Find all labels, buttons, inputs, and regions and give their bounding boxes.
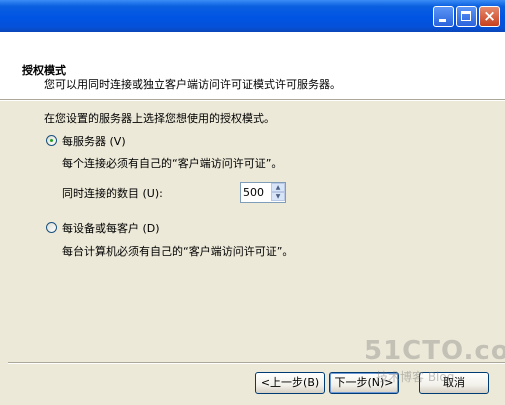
per-device-radio[interactable] [46,222,57,233]
back-button[interactable]: <上一步(B) [255,372,325,394]
license-mode-dialog: × 授权模式 您可以用同时连接或独立客户端访问许可证模式许可服务器。 在您设置的… [0,0,505,405]
minimize-icon [439,19,446,22]
watermark-subtext: 技术博客 Blog [376,370,455,384]
watermark-logo: 51CTO.com [364,336,505,366]
per-device-description: 每台计算机必须有自己的“客户端访问许可证”。 [62,245,294,258]
maximize-button[interactable] [456,6,477,27]
connections-input[interactable] [241,183,271,202]
connections-stepper[interactable]: ▲ ▼ [240,182,286,203]
minimize-button[interactable] [433,6,454,27]
per-device-label[interactable]: 每设备或每客户 (D) [62,220,160,236]
spin-up-button[interactable]: ▲ [271,183,285,192]
title-bar: × [0,0,505,32]
maximize-icon [461,11,471,21]
header-divider [0,99,505,101]
per-server-radio[interactable] [46,135,57,146]
close-button[interactable]: × [479,6,500,27]
mode-prompt: 在您设置的服务器上选择您想使用的授权模式。 [44,112,275,125]
per-server-description: 每个连接必须有自己的“客户端访问许可证”。 [62,157,283,170]
close-icon: × [483,7,496,25]
spin-down-button[interactable]: ▼ [271,192,285,201]
per-server-label[interactable]: 每服务器 (V) [62,133,126,149]
radio-selected-dot [50,139,53,142]
connections-label: 同时连接的数目 (U): [62,187,163,200]
page-description: 您可以用同时连接或独立客户端访问许可证模式许可服务器。 [44,78,341,91]
